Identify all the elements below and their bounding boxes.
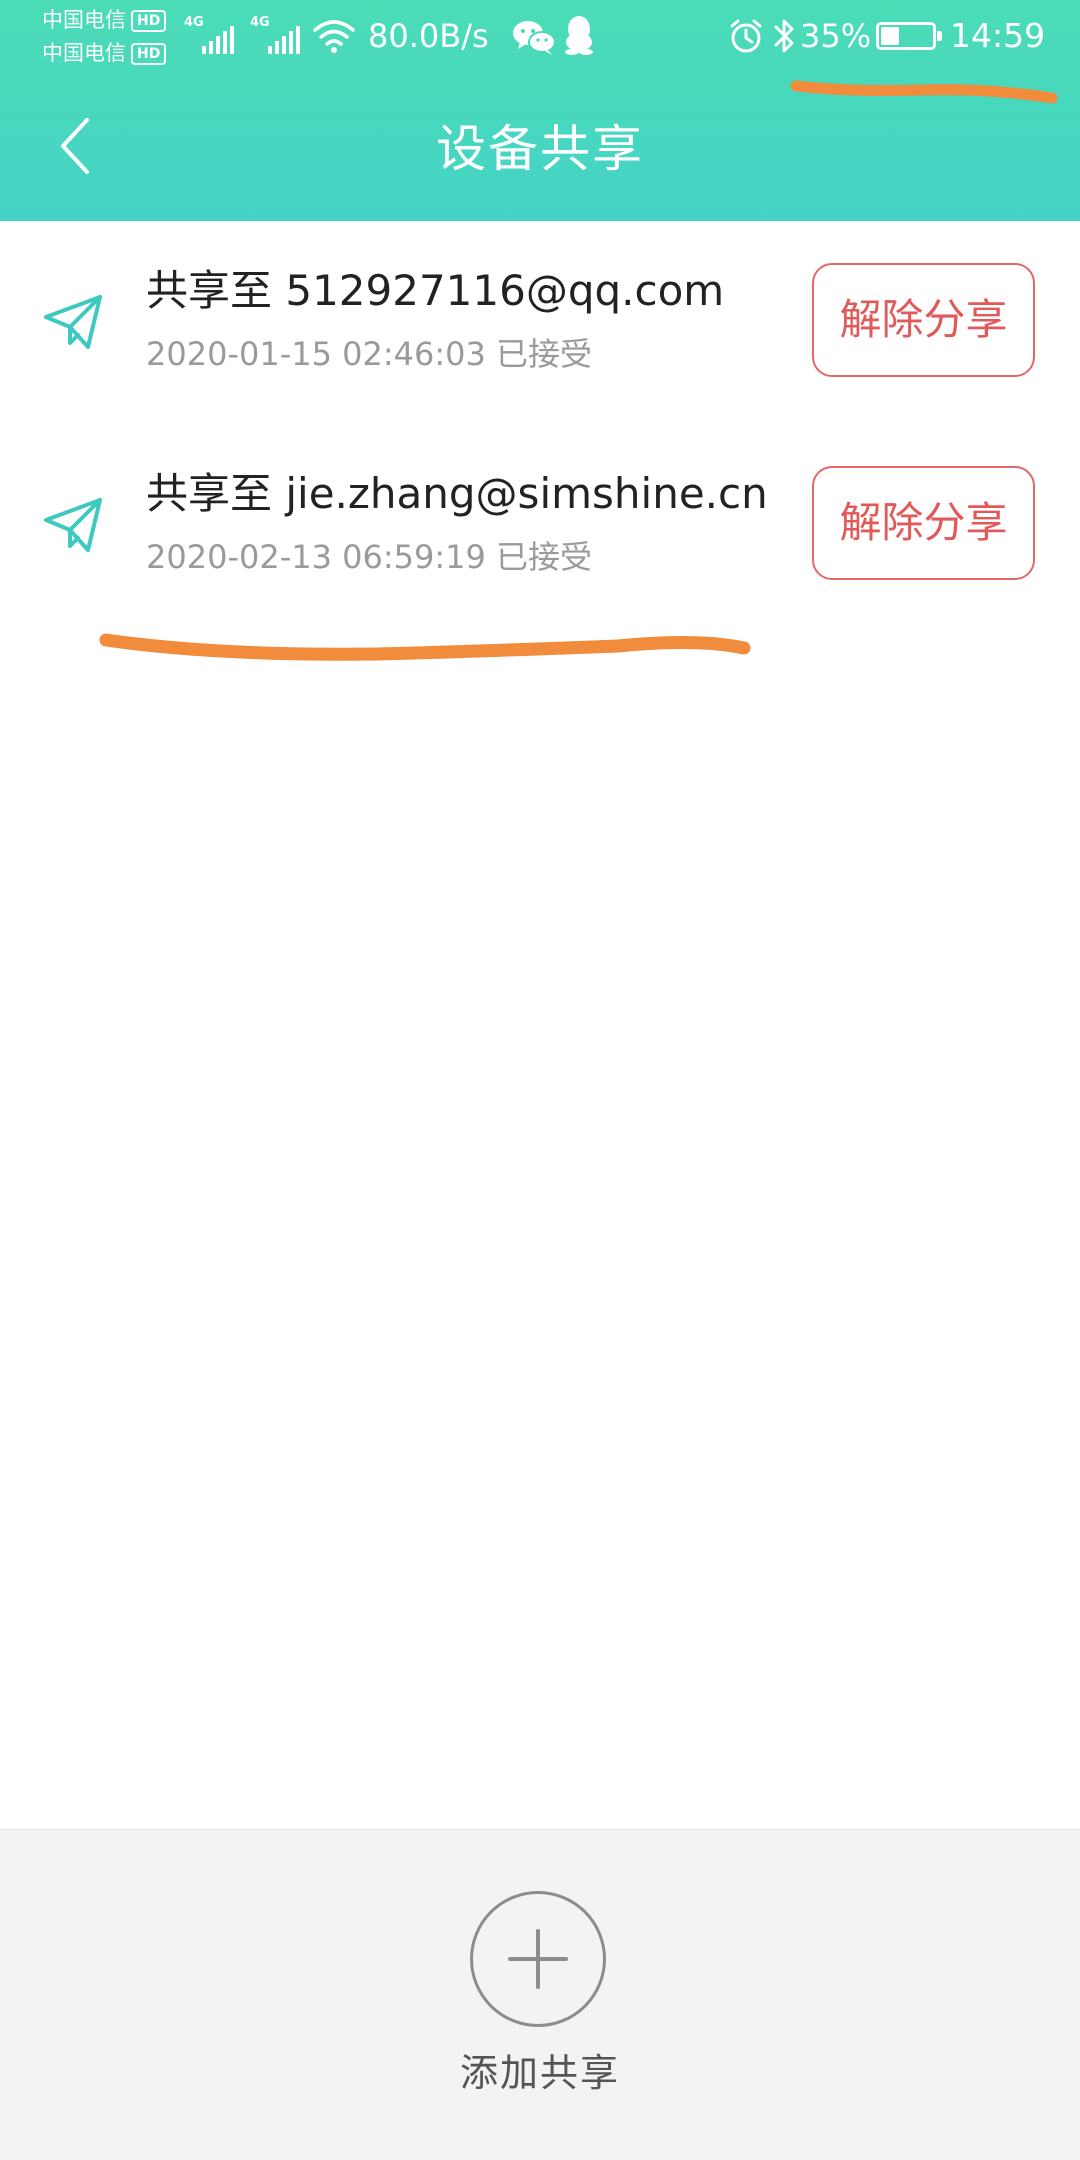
clock: 14:59	[950, 16, 1046, 55]
qq-icon	[565, 16, 593, 55]
hd-badge-2: HD	[131, 42, 167, 65]
header: 中国电信 HD 中国电信 HD 4G 4G 80.0B/s 35% 14:59 …	[0, 0, 1080, 221]
battery-level-fill	[881, 27, 899, 45]
alarm-icon	[730, 19, 762, 53]
carrier-line-1: 中国电信 HD	[42, 4, 182, 37]
network-type-tag-2: 4G	[250, 15, 270, 30]
wifi-icon	[313, 20, 355, 53]
wechat-icon	[513, 21, 556, 55]
share-list-item: 共享至 jie.zhang@simshine.cn 2020-02-13 06:…	[0, 424, 1080, 627]
carrier-info: 中国电信 HD 中国电信 HD	[42, 4, 182, 70]
plus-icon	[508, 1929, 568, 1989]
carrier-name-2: 中国电信	[42, 41, 126, 65]
battery-icon	[876, 22, 942, 50]
hd-badge-1: HD	[131, 9, 167, 32]
status-bar: 中国电信 HD 中国电信 HD 4G 4G 80.0B/s 35% 14:59	[0, 0, 1080, 74]
network-speed: 80.0B/s	[368, 17, 489, 55]
paper-plane-icon	[44, 295, 102, 349]
nav-bar: 设备共享	[0, 74, 1080, 221]
annotation-scribble-list	[99, 633, 751, 661]
paper-plane-icon	[44, 498, 102, 552]
signal-strength-icon: 4G	[184, 16, 236, 56]
share-list-item: 共享至 512927116@qq.com 2020-01-15 02:46:03…	[0, 221, 1080, 424]
device-share-screen: 中国电信 HD 中国电信 HD 4G 4G 80.0B/s 35% 14:59 …	[0, 0, 1080, 2160]
share-target: 共享至 jie.zhang@simshine.cn	[146, 469, 768, 518]
share-target: 共享至 512927116@qq.com	[146, 266, 725, 315]
bottom-bar: 添加共享	[0, 1829, 1080, 2160]
page-title: 设备共享	[436, 120, 644, 178]
add-share-label: 添加共享	[459, 2051, 620, 2095]
share-timestamp: 2020-02-13 06:59:19 已接受	[146, 538, 593, 576]
bluetooth-icon	[774, 19, 794, 53]
unshare-button[interactable]: 解除分享	[812, 263, 1035, 377]
add-share-button[interactable]	[470, 1891, 606, 2027]
share-list: 共享至 512927116@qq.com 2020-01-15 02:46:03…	[0, 221, 1080, 627]
signal-strength-icon: 4G	[250, 16, 302, 56]
network-type-tag-1: 4G	[184, 15, 204, 30]
carrier-name-1: 中国电信	[42, 8, 126, 32]
battery-percent: 35%	[800, 17, 872, 55]
share-timestamp: 2020-01-15 02:46:03 已接受	[146, 335, 593, 373]
unshare-button[interactable]: 解除分享	[812, 466, 1035, 580]
carrier-line-2: 中国电信 HD	[42, 37, 182, 70]
